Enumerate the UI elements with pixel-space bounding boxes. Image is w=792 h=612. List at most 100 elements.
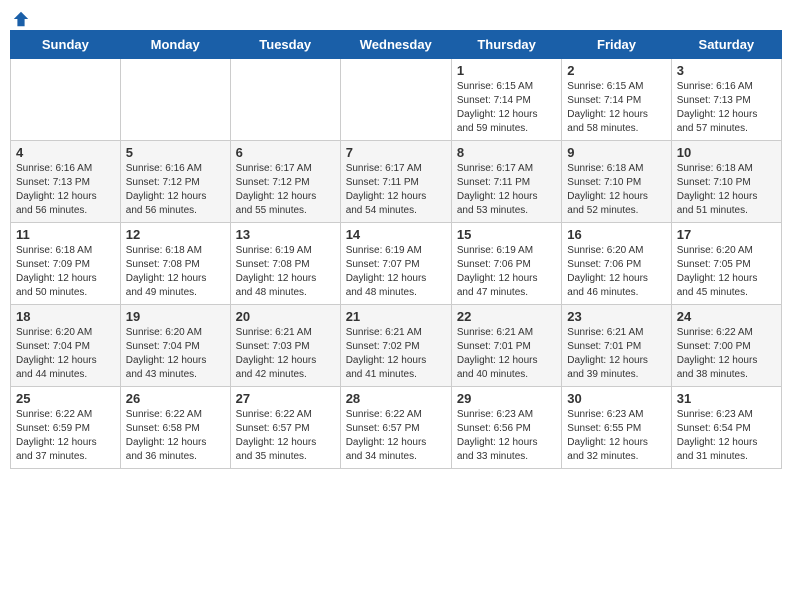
day-number: 7 <box>346 145 446 160</box>
day-number: 12 <box>126 227 225 242</box>
day-number: 19 <box>126 309 225 324</box>
day-info: Sunrise: 6:20 AM Sunset: 7:04 PM Dayligh… <box>126 326 225 382</box>
calendar-cell: 15 Sunrise: 6:19 AM Sunset: 7:06 PM Dayli… <box>451 223 561 305</box>
logo <box>10 10 30 22</box>
day-info: Sunrise: 6:21 AM Sunset: 7:03 PM Dayligh… <box>236 326 335 382</box>
day-header-tuesday: Tuesday <box>230 31 340 59</box>
day-info: Sunrise: 6:21 AM Sunset: 7:01 PM Dayligh… <box>567 326 665 382</box>
calendar-cell: 13 Sunrise: 6:19 AM Sunset: 7:08 PM Dayli… <box>230 223 340 305</box>
calendar-week-row: 4Sunrise: 6:16 AM Sunset: 7:13 PM Daylig… <box>11 141 782 223</box>
day-info: Sunrise: 6:20 AM Sunset: 7:06 PM Dayligh… <box>567 244 665 300</box>
calendar-cell: 7 Sunrise: 6:17 AM Sunset: 7:11 PM Daylig… <box>340 141 451 223</box>
calendar-cell: 26 Sunrise: 6:22 AM Sunset: 6:58 PM Dayli… <box>120 387 230 469</box>
day-info: Sunrise: 6:17 AM Sunset: 7:12 PM Dayligh… <box>236 162 335 218</box>
day-number: 21 <box>346 309 446 324</box>
calendar-cell: 5 Sunrise: 6:16 AM Sunset: 7:12 PM Daylig… <box>120 141 230 223</box>
calendar-cell: 28Sunrise: 6:22 AM Sunset: 6:57 PM Dayli… <box>340 387 451 469</box>
day-info: Sunrise: 6:15 AM Sunset: 7:14 PM Dayligh… <box>567 80 665 136</box>
day-number: 22 <box>457 309 556 324</box>
day-info: Sunrise: 6:19 AM Sunset: 7:08 PM Dayligh… <box>236 244 335 300</box>
day-number: 5 <box>126 145 225 160</box>
calendar-cell: 30 Sunrise: 6:23 AM Sunset: 6:55 PM Dayli… <box>562 387 671 469</box>
calendar-cell: 12 Sunrise: 6:18 AM Sunset: 7:08 PM Dayli… <box>120 223 230 305</box>
day-info: Sunrise: 6:21 AM Sunset: 7:02 PM Dayligh… <box>346 326 446 382</box>
calendar-cell: 6 Sunrise: 6:17 AM Sunset: 7:12 PM Daylig… <box>230 141 340 223</box>
day-info: Sunrise: 6:18 AM Sunset: 7:08 PM Dayligh… <box>126 244 225 300</box>
day-number: 25 <box>16 391 115 406</box>
calendar-cell: 11Sunrise: 6:18 AM Sunset: 7:09 PM Dayli… <box>11 223 121 305</box>
day-number: 4 <box>16 145 115 160</box>
day-info: Sunrise: 6:16 AM Sunset: 7:13 PM Dayligh… <box>677 80 776 136</box>
calendar-cell: 29 Sunrise: 6:23 AM Sunset: 6:56 PM Dayli… <box>451 387 561 469</box>
day-number: 30 <box>567 391 665 406</box>
day-number: 11 <box>16 227 115 242</box>
calendar-cell: 3 Sunrise: 6:16 AM Sunset: 7:13 PM Daylig… <box>671 59 781 141</box>
day-number: 14 <box>346 227 446 242</box>
calendar-cell: 23 Sunrise: 6:21 AM Sunset: 7:01 PM Dayli… <box>562 305 671 387</box>
day-number: 10 <box>677 145 776 160</box>
day-info: Sunrise: 6:22 AM Sunset: 6:58 PM Dayligh… <box>126 408 225 464</box>
calendar-week-row: 25Sunrise: 6:22 AM Sunset: 6:59 PM Dayli… <box>11 387 782 469</box>
calendar-cell: 1 Sunrise: 6:15 AM Sunset: 7:14 PM Daylig… <box>451 59 561 141</box>
calendar-cell <box>340 59 451 141</box>
calendar-table: SundayMondayTuesdayWednesdayThursdayFrid… <box>10 30 782 469</box>
calendar-cell: 31Sunrise: 6:23 AM Sunset: 6:54 PM Dayli… <box>671 387 781 469</box>
day-number: 27 <box>236 391 335 406</box>
day-info: Sunrise: 6:19 AM Sunset: 7:07 PM Dayligh… <box>346 244 446 300</box>
calendar-cell: 24 Sunrise: 6:22 AM Sunset: 7:00 PM Dayli… <box>671 305 781 387</box>
calendar-cell: 10 Sunrise: 6:18 AM Sunset: 7:10 PM Dayli… <box>671 141 781 223</box>
day-info: Sunrise: 6:19 AM Sunset: 7:06 PM Dayligh… <box>457 244 556 300</box>
day-header-thursday: Thursday <box>451 31 561 59</box>
calendar-cell: 20 Sunrise: 6:21 AM Sunset: 7:03 PM Dayli… <box>230 305 340 387</box>
day-info: Sunrise: 6:17 AM Sunset: 7:11 PM Dayligh… <box>457 162 556 218</box>
day-header-sunday: Sunday <box>11 31 121 59</box>
day-number: 3 <box>677 63 776 78</box>
day-info: Sunrise: 6:21 AM Sunset: 7:01 PM Dayligh… <box>457 326 556 382</box>
day-number: 2 <box>567 63 665 78</box>
day-header-saturday: Saturday <box>671 31 781 59</box>
day-number: 28 <box>346 391 446 406</box>
day-info: Sunrise: 6:16 AM Sunset: 7:12 PM Dayligh… <box>126 162 225 218</box>
calendar-cell: 4Sunrise: 6:16 AM Sunset: 7:13 PM Daylig… <box>11 141 121 223</box>
calendar-cell: 27 Sunrise: 6:22 AM Sunset: 6:57 PM Dayli… <box>230 387 340 469</box>
day-info: Sunrise: 6:18 AM Sunset: 7:10 PM Dayligh… <box>567 162 665 218</box>
day-number: 24 <box>677 309 776 324</box>
day-header-friday: Friday <box>562 31 671 59</box>
day-number: 15 <box>457 227 556 242</box>
calendar-body: 1 Sunrise: 6:15 AM Sunset: 7:14 PM Daylig… <box>11 59 782 469</box>
day-info: Sunrise: 6:22 AM Sunset: 7:00 PM Dayligh… <box>677 326 776 382</box>
day-info: Sunrise: 6:22 AM Sunset: 6:57 PM Dayligh… <box>236 408 335 464</box>
day-number: 1 <box>457 63 556 78</box>
day-number: 23 <box>567 309 665 324</box>
calendar-cell <box>11 59 121 141</box>
day-info: Sunrise: 6:23 AM Sunset: 6:56 PM Dayligh… <box>457 408 556 464</box>
day-info: Sunrise: 6:17 AM Sunset: 7:11 PM Dayligh… <box>346 162 446 218</box>
day-number: 18 <box>16 309 115 324</box>
calendar-cell: 2 Sunrise: 6:15 AM Sunset: 7:14 PM Daylig… <box>562 59 671 141</box>
day-number: 26 <box>126 391 225 406</box>
day-info: Sunrise: 6:15 AM Sunset: 7:14 PM Dayligh… <box>457 80 556 136</box>
day-number: 13 <box>236 227 335 242</box>
calendar-cell: 17Sunrise: 6:20 AM Sunset: 7:05 PM Dayli… <box>671 223 781 305</box>
day-info: Sunrise: 6:18 AM Sunset: 7:10 PM Dayligh… <box>677 162 776 218</box>
page-header <box>10 10 782 22</box>
calendar-cell: 18 Sunrise: 6:20 AM Sunset: 7:04 PM Dayli… <box>11 305 121 387</box>
calendar-cell: 22 Sunrise: 6:21 AM Sunset: 7:01 PM Dayli… <box>451 305 561 387</box>
calendar-cell: 14 Sunrise: 6:19 AM Sunset: 7:07 PM Dayli… <box>340 223 451 305</box>
day-number: 16 <box>567 227 665 242</box>
day-info: Sunrise: 6:23 AM Sunset: 6:54 PM Dayligh… <box>677 408 776 464</box>
calendar-week-row: 1 Sunrise: 6:15 AM Sunset: 7:14 PM Daylig… <box>11 59 782 141</box>
day-number: 6 <box>236 145 335 160</box>
day-number: 9 <box>567 145 665 160</box>
calendar-cell: 19 Sunrise: 6:20 AM Sunset: 7:04 PM Dayli… <box>120 305 230 387</box>
calendar-cell: 9 Sunrise: 6:18 AM Sunset: 7:10 PM Daylig… <box>562 141 671 223</box>
day-header-wednesday: Wednesday <box>340 31 451 59</box>
day-number: 20 <box>236 309 335 324</box>
day-info: Sunrise: 6:23 AM Sunset: 6:55 PM Dayligh… <box>567 408 665 464</box>
calendar-cell: 25Sunrise: 6:22 AM Sunset: 6:59 PM Dayli… <box>11 387 121 469</box>
calendar-cell <box>230 59 340 141</box>
day-number: 29 <box>457 391 556 406</box>
calendar-cell: 16 Sunrise: 6:20 AM Sunset: 7:06 PM Dayli… <box>562 223 671 305</box>
calendar-cell: 21 Sunrise: 6:21 AM Sunset: 7:02 PM Dayli… <box>340 305 451 387</box>
day-info: Sunrise: 6:20 AM Sunset: 7:04 PM Dayligh… <box>16 326 115 382</box>
